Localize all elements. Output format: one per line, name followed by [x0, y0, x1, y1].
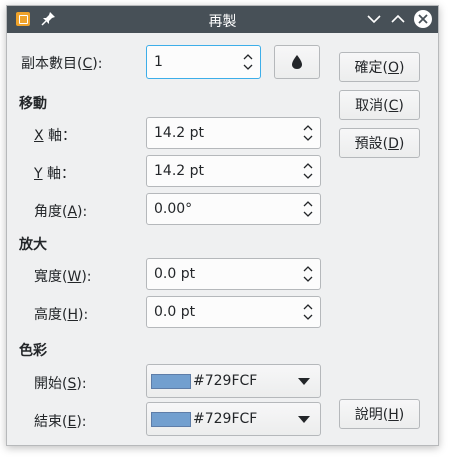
copies-label: 副本數目(C): — [21, 56, 103, 72]
start-color-label: 開始(S): — [34, 376, 87, 392]
width-label: 寬度(W): — [34, 269, 92, 285]
title-bar[interactable]: 再製 — [7, 6, 438, 33]
help-button[interactable]: 說明(H) — [339, 399, 420, 429]
end-color-label: 結束(E): — [34, 414, 87, 430]
dropdown-arrow-icon — [298, 378, 310, 385]
colors-heading: 色彩 — [19, 343, 47, 359]
end-color-swatch — [151, 412, 191, 427]
copies-spinbox[interactable]: 1 — [146, 45, 261, 79]
spin-arrows-icon[interactable] — [302, 161, 314, 181]
x-axis-value: 14.2 pt — [154, 125, 204, 141]
cancel-button[interactable]: 取消(C) — [339, 90, 420, 120]
x-axis-spinbox[interactable]: 14.2 pt — [146, 117, 321, 149]
height-label: 高度(H): — [34, 307, 89, 323]
dropdown-arrow-icon — [298, 416, 310, 423]
y-axis-value: 14.2 pt — [154, 163, 204, 179]
move-heading: 移動 — [19, 96, 47, 112]
height-spinbox[interactable]: 0.0 pt — [146, 296, 321, 328]
enlarge-heading: 放大 — [19, 237, 47, 253]
width-value: 0.0 pt — [154, 266, 196, 282]
droplet-icon — [290, 54, 304, 74]
angle-value: 0.00° — [154, 201, 193, 217]
spin-arrows-icon[interactable] — [302, 123, 314, 143]
angle-spinbox[interactable]: 0.00° — [146, 193, 321, 225]
close-icon — [414, 10, 432, 28]
y-axis-spinbox[interactable]: 14.2 pt — [146, 155, 321, 187]
chevron-down-icon[interactable] — [364, 9, 384, 29]
copies-value: 1 — [154, 54, 163, 70]
width-spinbox[interactable]: 0.0 pt — [146, 258, 321, 290]
end-color-combo[interactable]: #729FCF — [146, 402, 321, 436]
spin-arrows-icon[interactable] — [302, 302, 314, 322]
spin-arrows-icon[interactable] — [242, 52, 254, 72]
angle-label: 角度(A): — [34, 204, 88, 220]
y-axis-label: Y 軸： — [34, 166, 76, 182]
defaults-button[interactable]: 預設(D) — [339, 128, 420, 158]
values-from-selection-button[interactable] — [274, 45, 320, 79]
duplicate-dialog: 再製 副本數目(C): 1 移動 X 軸： 14.2 pt Y 軸： 14.2 … — [6, 5, 439, 446]
spin-arrows-icon[interactable] — [302, 199, 314, 219]
ok-button[interactable]: 確定(O) — [339, 52, 420, 82]
end-color-value: #729FCF — [193, 411, 258, 427]
height-value: 0.0 pt — [154, 304, 196, 320]
start-color-value: #729FCF — [193, 373, 258, 389]
start-color-swatch — [151, 374, 191, 389]
spin-arrows-icon[interactable] — [302, 264, 314, 284]
start-color-combo[interactable]: #729FCF — [146, 364, 321, 398]
close-button[interactable] — [413, 9, 433, 29]
chevron-up-icon[interactable] — [388, 9, 408, 29]
x-axis-label: X 軸： — [34, 128, 77, 144]
